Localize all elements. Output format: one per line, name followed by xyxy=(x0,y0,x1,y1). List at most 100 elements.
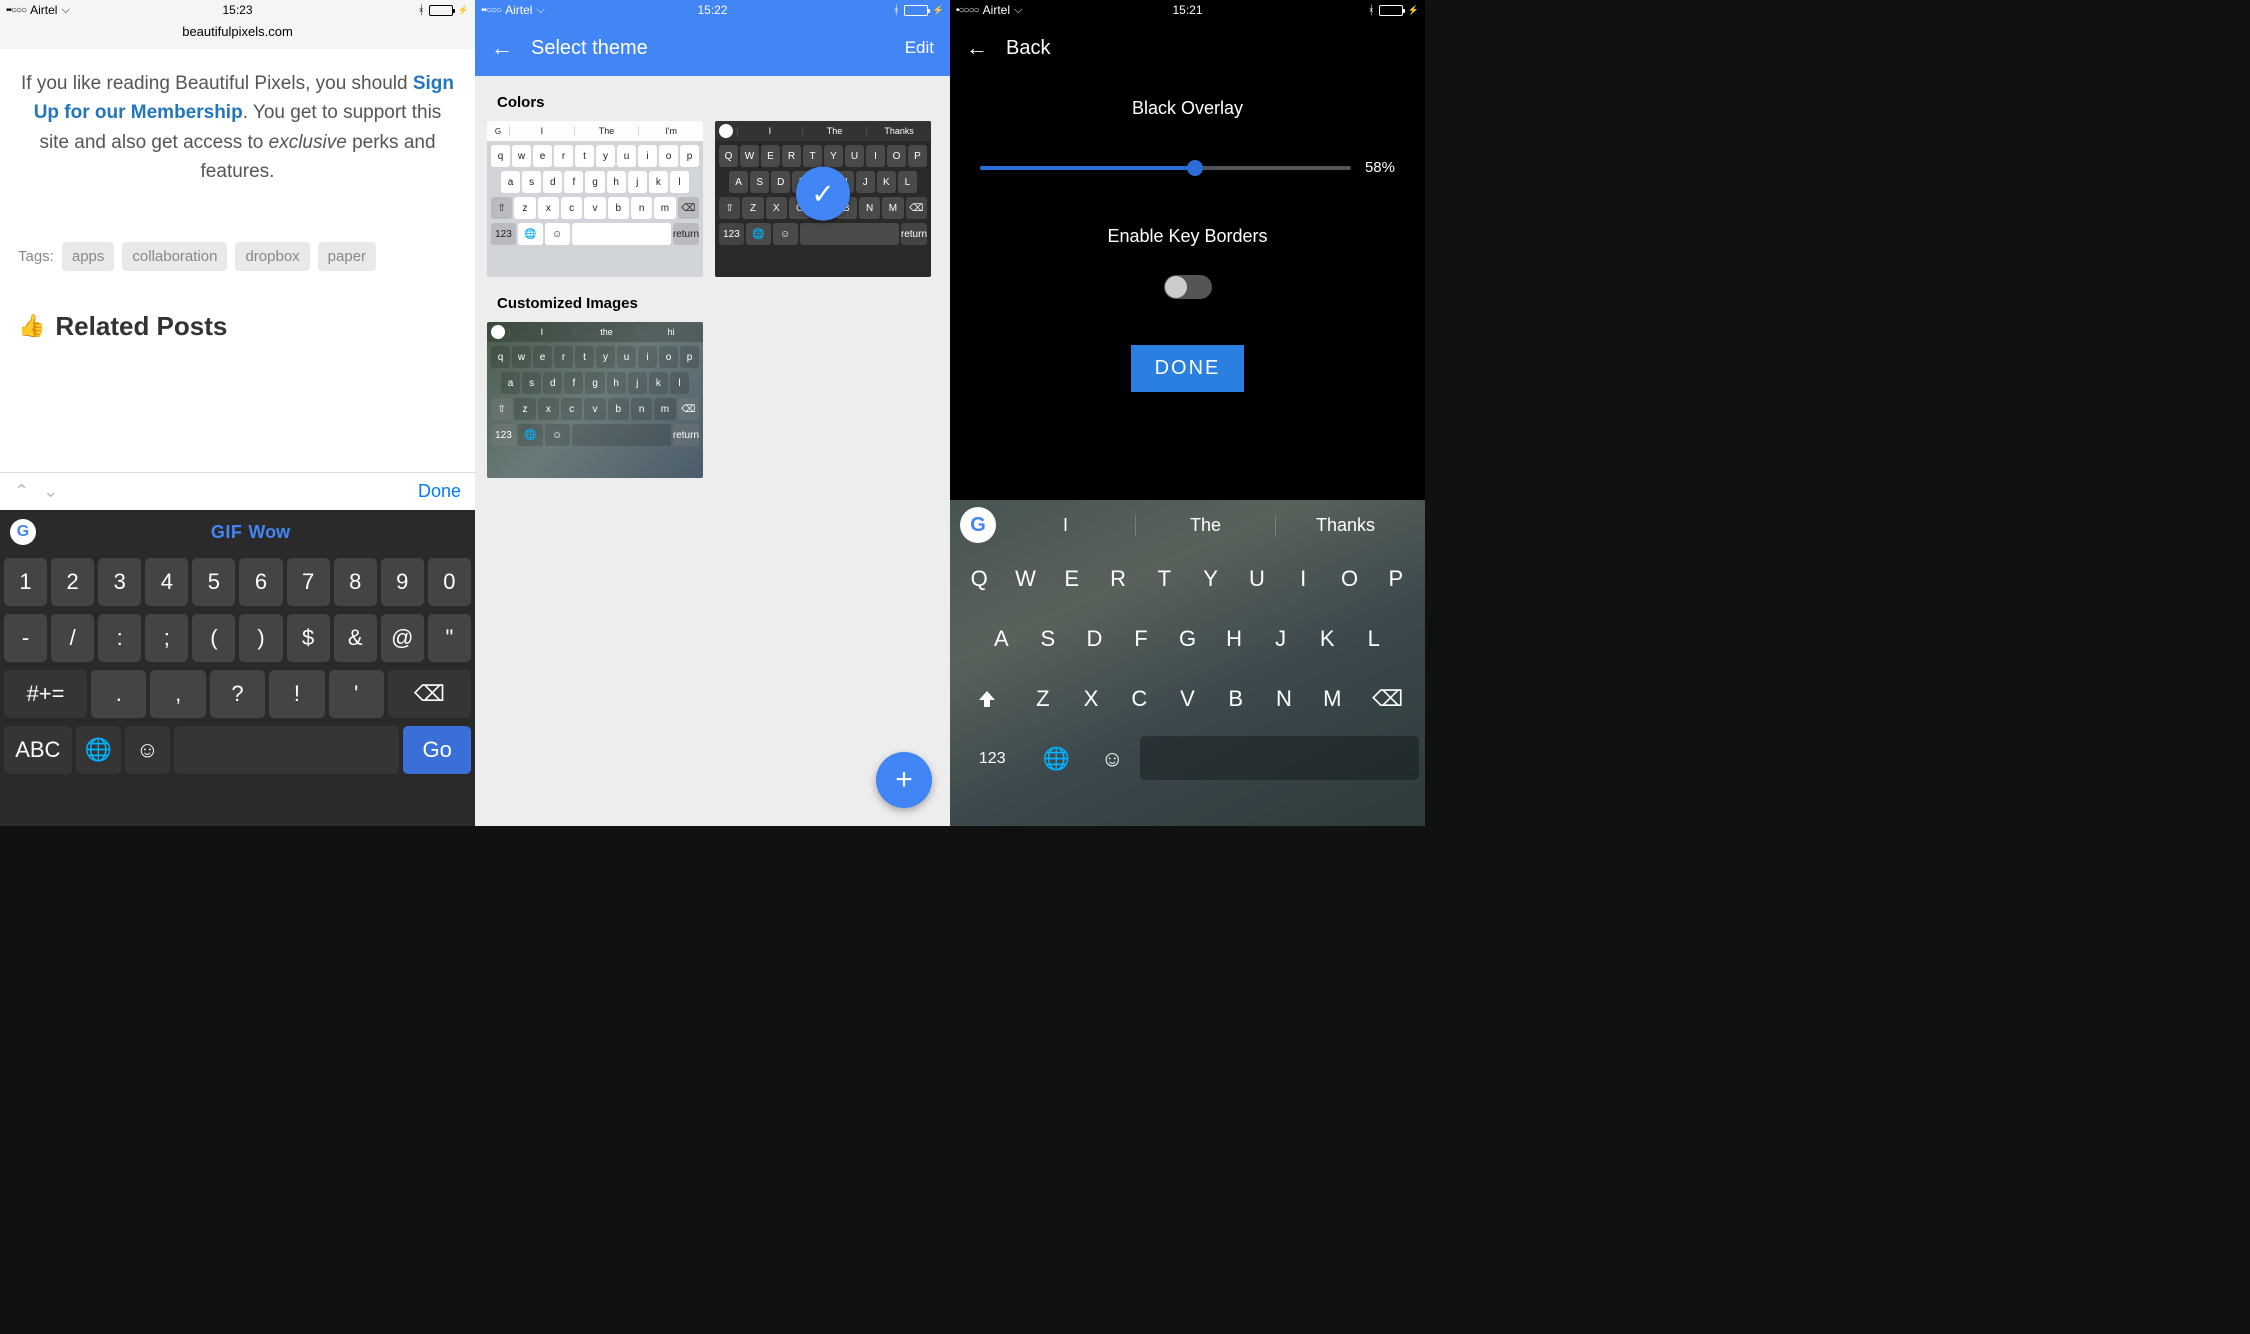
bluetooth-icon: ᚼ xyxy=(418,3,425,17)
page-title: Select theme xyxy=(531,37,905,60)
key[interactable]: 5 xyxy=(192,558,235,606)
theme-custom-image[interactable]: GIthehi qwertyuiopasdfghjkl⇧zxcvbnm⌫123🌐… xyxy=(487,322,703,478)
prev-field-icon[interactable]: ⌃ xyxy=(14,481,29,502)
key[interactable]: E xyxy=(1049,556,1095,602)
space-key[interactable] xyxy=(174,726,400,774)
back-icon[interactable]: ← xyxy=(966,35,988,61)
key[interactable]: R xyxy=(1095,556,1141,602)
edit-button[interactable]: Edit xyxy=(905,38,934,58)
key[interactable]: J xyxy=(1257,616,1304,662)
key[interactable]: V xyxy=(1163,676,1211,722)
back-label[interactable]: Back xyxy=(1006,37,1050,60)
key[interactable]: N xyxy=(1260,676,1308,722)
done-button[interactable]: DONE xyxy=(1131,345,1245,392)
go-key[interactable]: Go xyxy=(403,726,471,774)
key[interactable]: ? xyxy=(210,670,265,718)
abc-key[interactable]: ABC xyxy=(4,726,72,774)
key[interactable]: & xyxy=(334,614,377,662)
signal-icon: ••○○○ xyxy=(6,5,26,16)
space-key[interactable] xyxy=(1140,736,1419,780)
key[interactable]: 4 xyxy=(145,558,188,606)
key[interactable]: F xyxy=(1118,616,1165,662)
key[interactable]: C xyxy=(1115,676,1163,722)
theme-light[interactable]: GITheI'm qwertyuiopasdfghjkl⇧zxcvbnm⌫123… xyxy=(487,121,703,277)
back-icon[interactable]: ← xyxy=(491,35,513,61)
key[interactable]: @ xyxy=(381,614,424,662)
battery-icon xyxy=(904,5,928,16)
backspace-key[interactable]: ⌫ xyxy=(1356,676,1419,722)
key[interactable]: D xyxy=(1071,616,1118,662)
key[interactable]: X xyxy=(1067,676,1115,722)
google-icon[interactable]: G xyxy=(960,507,996,543)
suggestion[interactable]: The xyxy=(1135,515,1275,536)
key[interactable]: , xyxy=(150,670,205,718)
charging-icon: ⚡ xyxy=(458,5,469,16)
signal-icon: •○○○○ xyxy=(956,5,979,16)
key[interactable]: 6 xyxy=(239,558,282,606)
backspace-key[interactable]: ⌫ xyxy=(388,670,471,718)
status-bar: ••○○○Airtel⌵ 15:22 ᚼ⚡ xyxy=(475,0,950,20)
url-bar[interactable]: beautifulpixels.com xyxy=(0,20,475,49)
tag[interactable]: paper xyxy=(318,242,376,271)
tag[interactable]: apps xyxy=(62,242,115,271)
google-icon[interactable]: G xyxy=(10,519,36,545)
key[interactable]: A xyxy=(978,616,1025,662)
done-button[interactable]: Done xyxy=(418,481,461,502)
key[interactable]: ) xyxy=(239,614,282,662)
section-custom: Customized Images xyxy=(475,277,950,322)
key[interactable]: 8 xyxy=(334,558,377,606)
key[interactable]: : xyxy=(98,614,141,662)
next-field-icon[interactable]: ⌄ xyxy=(43,481,58,502)
theme-dark[interactable]: ✓ GITheThanks QWERTYUIOPASDFGHJKL⇧ZXCVBN… xyxy=(715,121,931,277)
globe-key[interactable]: 🌐 xyxy=(76,726,121,774)
key[interactable]: S xyxy=(1025,616,1072,662)
key[interactable]: I xyxy=(1280,556,1326,602)
key[interactable]: 1 xyxy=(4,558,47,606)
key[interactable]: Q xyxy=(956,556,1002,602)
globe-key[interactable]: 🌐 xyxy=(1029,736,1085,782)
emoji-key[interactable]: ☺ xyxy=(125,726,170,774)
borders-toggle[interactable] xyxy=(1164,275,1212,299)
battery-icon xyxy=(429,5,453,16)
key[interactable]: H xyxy=(1211,616,1258,662)
key[interactable]: - xyxy=(4,614,47,662)
key[interactable]: 3 xyxy=(98,558,141,606)
key[interactable]: P xyxy=(1373,556,1419,602)
key[interactable]: Z xyxy=(1019,676,1067,722)
key[interactable]: 0 xyxy=(428,558,471,606)
key[interactable]: Y xyxy=(1187,556,1233,602)
tag[interactable]: dropbox xyxy=(235,242,309,271)
tag[interactable]: collaboration xyxy=(122,242,227,271)
shift-key[interactable] xyxy=(956,676,1019,722)
numeric-key[interactable]: 123 xyxy=(956,736,1029,782)
key[interactable]: L xyxy=(1351,616,1398,662)
key[interactable]: / xyxy=(51,614,94,662)
key[interactable]: K xyxy=(1304,616,1351,662)
key[interactable]: ( xyxy=(192,614,235,662)
key[interactable]: ; xyxy=(145,614,188,662)
key[interactable]: ' xyxy=(329,670,384,718)
google-icon: G xyxy=(719,124,733,138)
key[interactable]: 9 xyxy=(381,558,424,606)
key[interactable]: T xyxy=(1141,556,1187,602)
related-posts-heading: Related Posts xyxy=(55,311,227,342)
overlay-slider[interactable] xyxy=(980,166,1351,170)
add-theme-button[interactable]: + xyxy=(876,752,932,808)
key[interactable]: U xyxy=(1234,556,1280,602)
key[interactable]: " xyxy=(428,614,471,662)
suggestion[interactable]: GIFWow xyxy=(36,522,465,543)
suggestion[interactable]: Thanks xyxy=(1275,515,1415,536)
key[interactable]: M xyxy=(1308,676,1356,722)
key[interactable]: 7 xyxy=(287,558,330,606)
key[interactable]: O xyxy=(1326,556,1372,602)
key[interactable]: W xyxy=(1002,556,1048,602)
key[interactable]: $ xyxy=(287,614,330,662)
suggestion[interactable]: I xyxy=(996,515,1135,536)
key[interactable]: B xyxy=(1212,676,1260,722)
emoji-key[interactable]: ☺ xyxy=(1084,736,1140,782)
symbols-key[interactable]: #+= xyxy=(4,670,87,718)
key[interactable]: G xyxy=(1164,616,1211,662)
key[interactable]: . xyxy=(91,670,146,718)
key[interactable]: 2 xyxy=(51,558,94,606)
key[interactable]: ! xyxy=(269,670,324,718)
